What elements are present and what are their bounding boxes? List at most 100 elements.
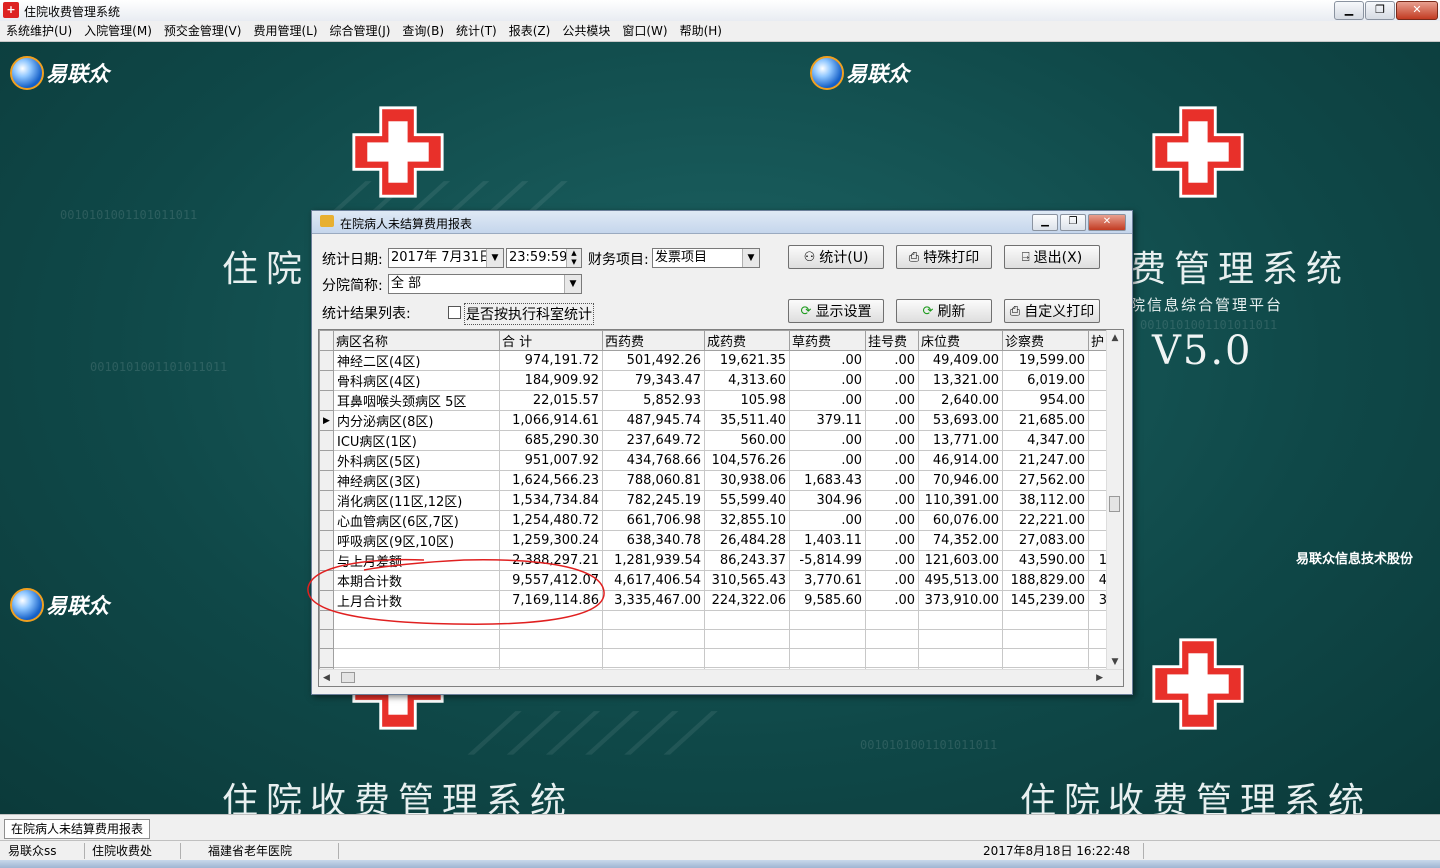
fee-value-cell[interactable]: 3,335,467.00 bbox=[602, 590, 705, 611]
fee-value-cell[interactable]: 19,621.35 bbox=[704, 350, 790, 371]
menu-window[interactable]: 窗口(W) bbox=[616, 21, 673, 41]
fee-value-cell[interactable]: .00 bbox=[865, 370, 919, 391]
menu-query[interactable]: 查询(B) bbox=[396, 21, 450, 41]
fee-value-cell[interactable]: 237,649.72 bbox=[602, 430, 705, 451]
refresh-button[interactable]: ⟳ 刷新 bbox=[896, 299, 992, 323]
finance-item-select[interactable]: 发票项目 ▼ bbox=[652, 248, 760, 268]
fee-value-cell[interactable]: 21,247.00 bbox=[1002, 450, 1089, 471]
column-header[interactable]: 床位费 bbox=[918, 330, 1003, 351]
special-print-button[interactable]: ⎙ 特殊打印 bbox=[896, 245, 992, 269]
fee-value-cell[interactable]: 6,019.00 bbox=[1002, 370, 1089, 391]
chevron-down-icon[interactable]: ▼ bbox=[486, 249, 503, 267]
stat-time-stepper[interactable]: 23:59:59 ▲ ▼ bbox=[506, 248, 582, 268]
fee-value-cell[interactable]: .00 bbox=[865, 450, 919, 471]
fee-value-cell[interactable]: .00 bbox=[865, 510, 919, 531]
ward-name-cell[interactable]: 内分泌病区(8区) bbox=[333, 410, 500, 431]
column-header[interactable]: 合 计 bbox=[499, 330, 603, 351]
row-indicator[interactable] bbox=[319, 490, 334, 511]
fee-value-cell[interactable]: 379.11 bbox=[789, 410, 866, 431]
fee-value-cell[interactable]: 224,322.06 bbox=[704, 590, 790, 611]
scroll-right-icon[interactable]: ▶ bbox=[1096, 670, 1103, 686]
fee-value-cell[interactable]: 70,946.00 bbox=[918, 470, 1003, 491]
spinner-icon[interactable]: ▲ ▼ bbox=[566, 249, 581, 267]
fee-value-cell[interactable]: 1,683.43 bbox=[789, 470, 866, 491]
fee-value-cell[interactable]: 22,015.57 bbox=[499, 390, 603, 411]
dept-stat-checkbox[interactable] bbox=[448, 306, 461, 319]
fee-value-cell[interactable]: 5,852.93 bbox=[602, 390, 705, 411]
fee-value-cell[interactable]: 35,511.40 bbox=[704, 410, 790, 431]
column-header[interactable]: 诊察费 bbox=[1002, 330, 1089, 351]
display-settings-button[interactable]: ⟳ 显示设置 bbox=[788, 299, 884, 323]
menu-public[interactable]: 公共模块 bbox=[556, 21, 616, 41]
fee-value-cell[interactable]: 55,599.40 bbox=[704, 490, 790, 511]
fee-value-cell[interactable]: 4,617,406.54 bbox=[602, 570, 705, 591]
row-indicator[interactable] bbox=[319, 350, 334, 371]
maximize-button[interactable]: ❐ bbox=[1365, 1, 1395, 20]
fee-value-cell[interactable]: 638,340.78 bbox=[602, 530, 705, 551]
fee-value-cell[interactable]: .00 bbox=[789, 510, 866, 531]
table-row[interactable]: ICU病区(1区) 685,290.30 237,649.72 560.00.00.0… bbox=[319, 430, 1111, 451]
menu-admission[interactable]: 入院管理(M) bbox=[78, 21, 158, 41]
fee-value-cell[interactable]: -5,814.99 bbox=[789, 550, 866, 571]
dialog-maximize-button[interactable]: ❐ bbox=[1060, 214, 1086, 231]
ward-name-cell[interactable]: 神经病区(3区) bbox=[333, 470, 500, 491]
fee-value-cell[interactable]: .00 bbox=[789, 390, 866, 411]
ward-name-cell[interactable]: ICU病区(1区) bbox=[333, 430, 500, 451]
fee-value-cell[interactable]: 79,343.47 bbox=[602, 370, 705, 391]
menu-fees[interactable]: 费用管理(L) bbox=[247, 21, 323, 41]
fee-value-cell[interactable]: 4,313.60 bbox=[704, 370, 790, 391]
ward-name-cell[interactable]: 神经二区(4区) bbox=[333, 350, 500, 371]
fee-value-cell[interactable]: 954.00 bbox=[1002, 390, 1089, 411]
fee-value-cell[interactable]: 27,083.00 bbox=[1002, 530, 1089, 551]
fee-value-cell[interactable]: 21,685.00 bbox=[1002, 410, 1089, 431]
fee-value-cell[interactable]: 782,245.19 bbox=[602, 490, 705, 511]
fee-value-cell[interactable]: 38,112.00 bbox=[1002, 490, 1089, 511]
fee-value-cell[interactable]: 1,281,939.54 bbox=[602, 550, 705, 571]
table-row[interactable]: 骨科病区(4区) 184,909.92 79,343.47 4,313.60.00.0… bbox=[319, 370, 1111, 391]
scroll-up-icon[interactable]: ▲ bbox=[1107, 330, 1123, 346]
fee-value-cell[interactable]: 974,191.72 bbox=[499, 350, 603, 371]
table-row[interactable]: 呼吸病区(9区,10区) 1,259,300.24 638,340.78 26,484… bbox=[319, 530, 1111, 551]
fee-value-cell[interactable]: 27,562.00 bbox=[1002, 470, 1089, 491]
fee-value-cell[interactable]: 501,492.26 bbox=[602, 350, 705, 371]
row-indicator[interactable] bbox=[319, 450, 334, 471]
scroll-down-icon[interactable]: ▼ bbox=[1107, 654, 1123, 670]
tab-fee-report[interactable]: 在院病人未结算费用报表 bbox=[4, 819, 151, 839]
scroll-thumb[interactable] bbox=[1109, 496, 1120, 512]
row-indicator[interactable] bbox=[319, 530, 334, 551]
close-button[interactable]: ✕ bbox=[1396, 1, 1438, 20]
fee-value-cell[interactable]: .00 bbox=[865, 530, 919, 551]
table-row[interactable]: 耳鼻咽喉头颈病区 5区 22,015.57 5,852.93 105.98.00.00… bbox=[319, 390, 1111, 411]
row-indicator[interactable]: ▶ bbox=[319, 410, 334, 431]
fee-value-cell[interactable]: 487,945.74 bbox=[602, 410, 705, 431]
column-header[interactable]: 西药费 bbox=[602, 330, 705, 351]
fee-value-cell[interactable]: 74,352.00 bbox=[918, 530, 1003, 551]
row-indicator[interactable] bbox=[319, 430, 334, 451]
column-header[interactable]: 草药费 bbox=[789, 330, 866, 351]
fee-value-cell[interactable]: 49,409.00 bbox=[918, 350, 1003, 371]
fee-value-cell[interactable]: 105.98 bbox=[704, 390, 790, 411]
fee-value-cell[interactable]: 1,534,734.84 bbox=[499, 490, 603, 511]
table-row[interactable]: ▶ 内分泌病区(8区) 1,066,914.61 487,945.74 35,511.4… bbox=[319, 410, 1111, 431]
stat-button[interactable]: ⚇ 统计(U) bbox=[788, 245, 884, 269]
stat-date-picker[interactable]: 2017年 7月31日 ▼ bbox=[388, 248, 504, 268]
fee-value-cell[interactable]: .00 bbox=[789, 370, 866, 391]
fee-value-cell[interactable]: 9,585.60 bbox=[789, 590, 866, 611]
fee-value-cell[interactable]: 1,066,914.61 bbox=[499, 410, 603, 431]
fee-value-cell[interactable]: .00 bbox=[865, 350, 919, 371]
fee-value-cell[interactable]: 1,254,480.72 bbox=[499, 510, 603, 531]
branch-select[interactable]: 全 部 ▼ bbox=[388, 274, 582, 294]
dept-stat-checkbox-label[interactable]: 是否按执行科室统计 bbox=[464, 303, 594, 325]
fee-value-cell[interactable]: 22,221.00 bbox=[1002, 510, 1089, 531]
column-header[interactable]: 成药费 bbox=[704, 330, 790, 351]
chevron-down-icon[interactable]: ▼ bbox=[742, 249, 759, 267]
fee-value-cell[interactable]: 188,829.00 bbox=[1002, 570, 1089, 591]
fee-value-cell[interactable]: .00 bbox=[865, 570, 919, 591]
scroll-thumb[interactable] bbox=[341, 672, 355, 683]
fee-value-cell[interactable]: 1,403.11 bbox=[789, 530, 866, 551]
fee-value-cell[interactable]: 434,768.66 bbox=[602, 450, 705, 471]
fee-value-cell[interactable]: 26,484.28 bbox=[704, 530, 790, 551]
menu-general[interactable]: 综合管理(J) bbox=[324, 21, 397, 41]
ward-name-cell[interactable]: 消化病区(11区,12区) bbox=[333, 490, 500, 511]
dialog-close-button[interactable]: ✕ bbox=[1088, 214, 1126, 231]
